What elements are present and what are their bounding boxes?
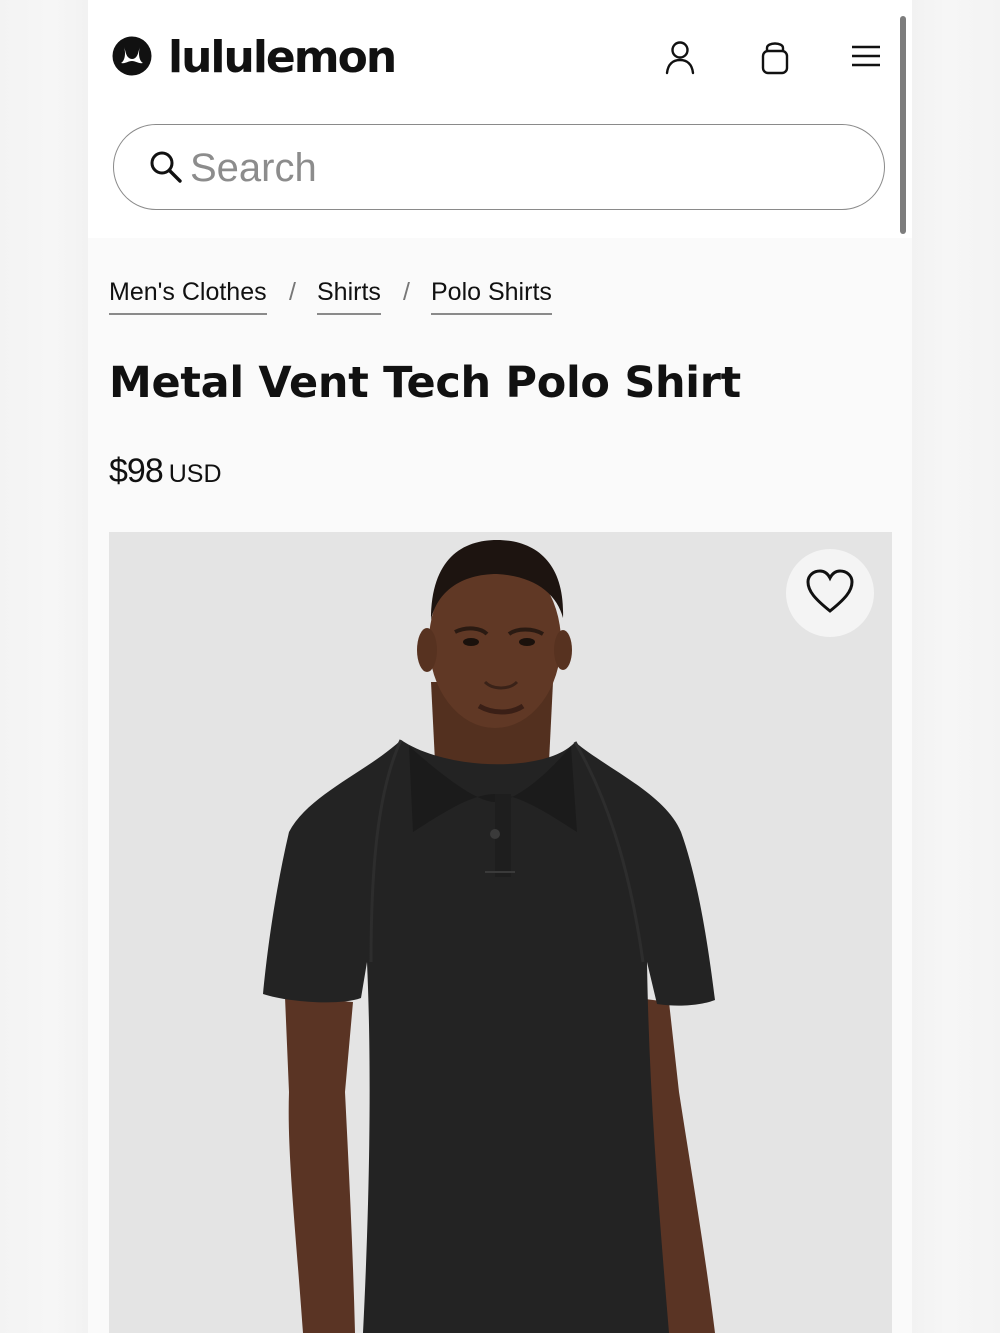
breadcrumb-separator: / bbox=[289, 278, 296, 306]
breadcrumb-link-polo-shirts[interactable]: Polo Shirts bbox=[431, 278, 552, 315]
backdrop-left bbox=[0, 0, 88, 1333]
search-bar[interactable] bbox=[113, 124, 885, 210]
breadcrumb-link-shirts[interactable]: Shirts bbox=[317, 278, 381, 315]
scrollbar[interactable] bbox=[900, 16, 906, 234]
product-price: $98 USD bbox=[109, 452, 222, 491]
page-viewport: lululemon Men's Clothes / Shirts / Polo bbox=[88, 0, 912, 1333]
heart-icon bbox=[806, 569, 854, 613]
price-amount: $98 bbox=[109, 452, 164, 490]
account-icon[interactable] bbox=[662, 38, 698, 76]
site-header: lululemon bbox=[88, 0, 912, 238]
product-title: Metal Vent Tech Polo Shirt bbox=[109, 358, 741, 408]
breadcrumb-separator: / bbox=[403, 278, 410, 306]
backdrop-right bbox=[912, 0, 1000, 1333]
search-input[interactable] bbox=[188, 139, 852, 197]
wishlist-button[interactable] bbox=[786, 549, 874, 637]
brand-wordmark[interactable]: lululemon bbox=[168, 28, 397, 88]
search-icon bbox=[150, 151, 182, 183]
lululemon-logo-icon[interactable] bbox=[112, 36, 152, 76]
product-image[interactable] bbox=[109, 532, 892, 1333]
breadcrumb-link-mens-clothes[interactable]: Men's Clothes bbox=[109, 278, 267, 315]
product-photo-model-black-polo bbox=[109, 532, 892, 1333]
shopping-bag-icon[interactable] bbox=[757, 38, 793, 76]
price-currency: USD bbox=[168, 460, 222, 488]
menu-icon[interactable] bbox=[849, 38, 883, 76]
